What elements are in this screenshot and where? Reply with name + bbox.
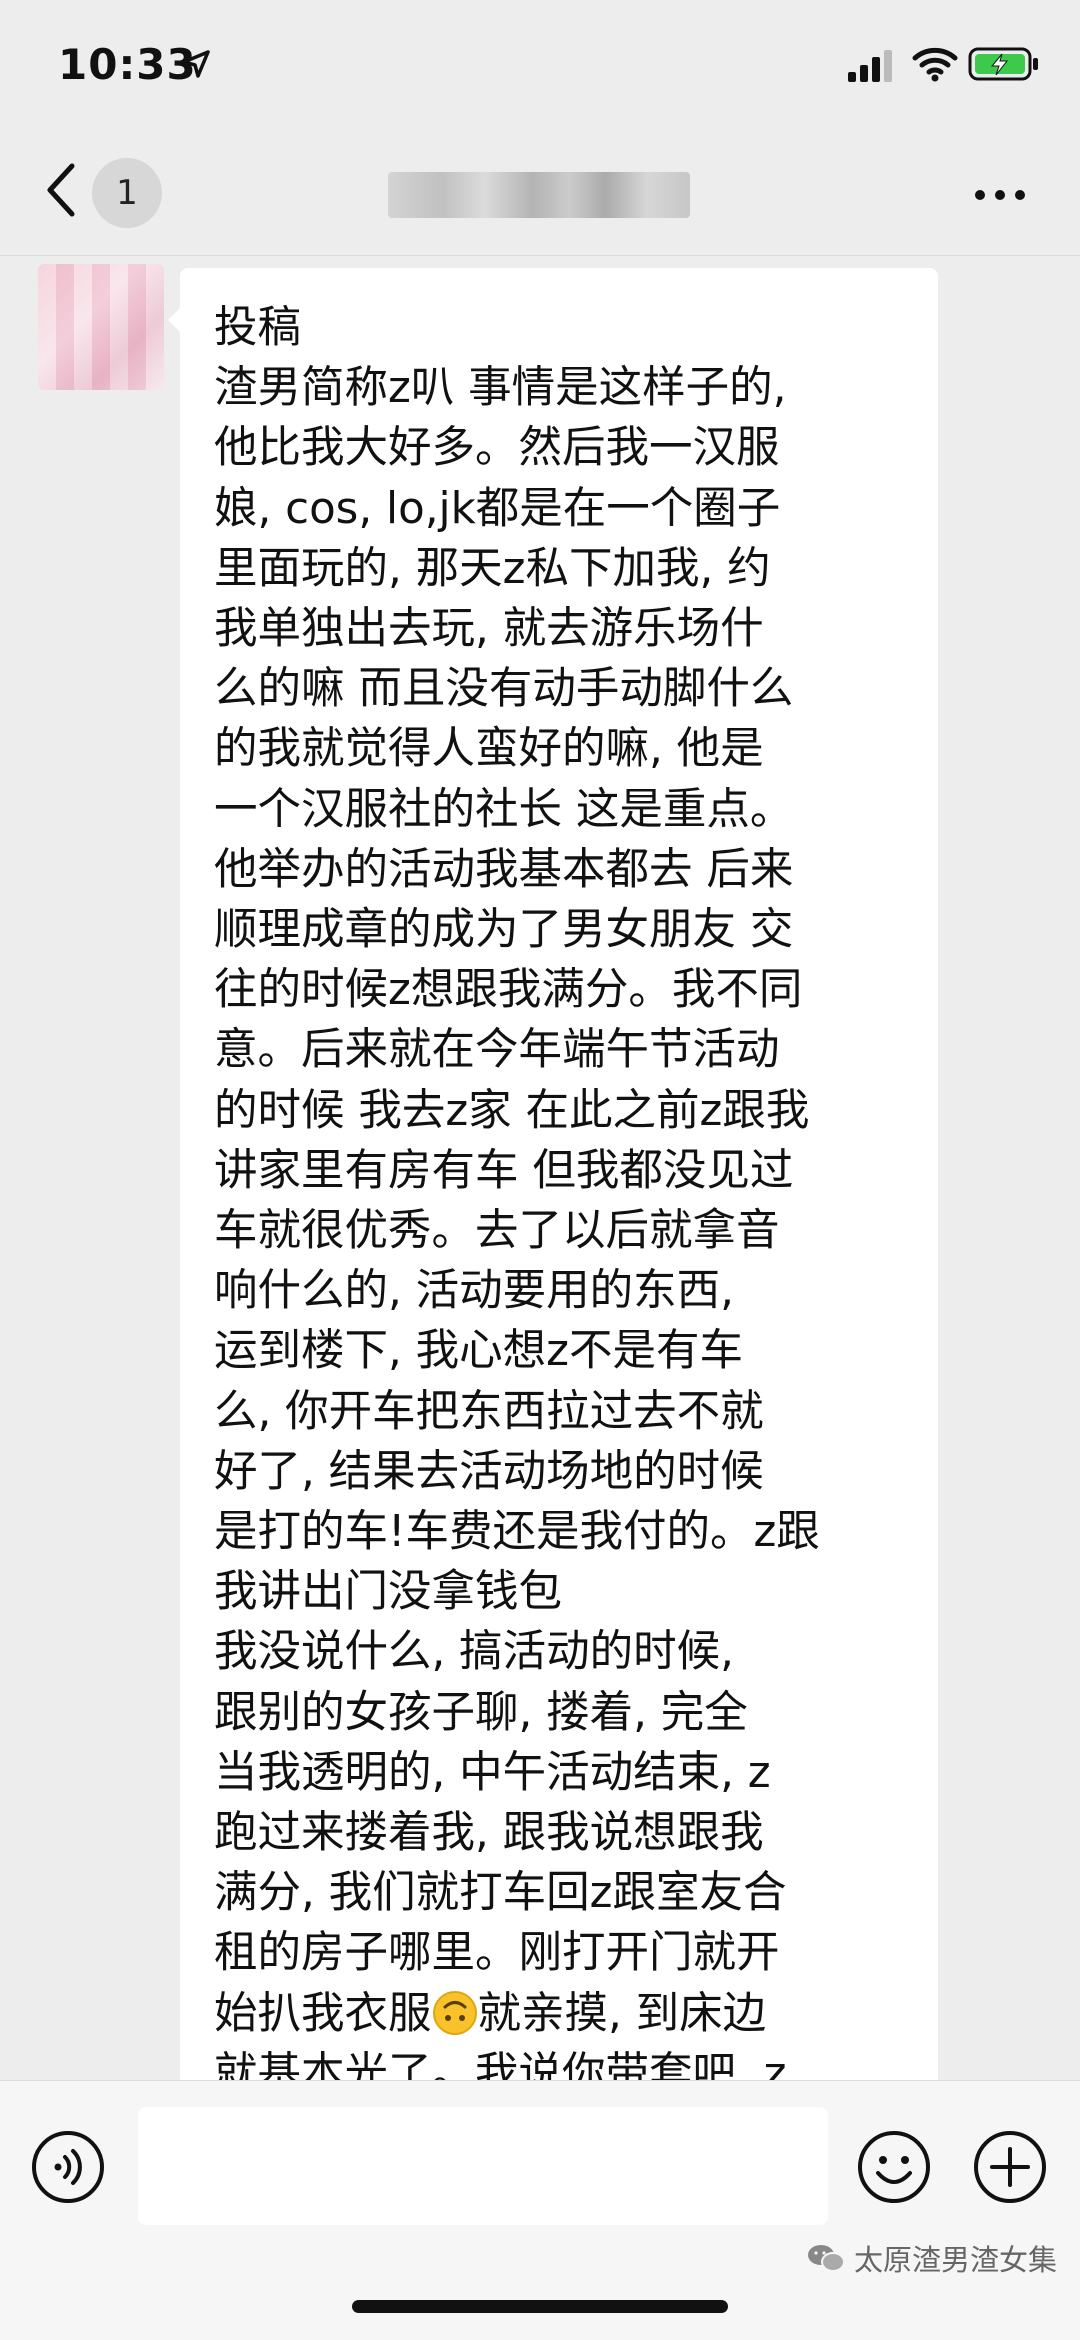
chat-header: 1: [0, 130, 1080, 256]
upside-down-face-icon: [432, 1990, 477, 2035]
status-time: 10:33: [58, 40, 197, 89]
more-icon[interactable]: [972, 180, 1028, 210]
wechat-logo-icon: [808, 2245, 845, 2272]
back-chevron-icon[interactable]: [40, 160, 80, 220]
unread-count-badge[interactable]: 1: [92, 158, 162, 228]
watermark: 太原渣男渣女集: [806, 2238, 1057, 2278]
message-bubble[interactable]: 投稿 渣男简称z叭 事情是这样子的, 他比我大好多。然后我一汉服 娘, cos,…: [180, 268, 938, 2080]
plus-icon[interactable]: [972, 2129, 1048, 2205]
location-arrow-icon: [182, 50, 210, 78]
message-input[interactable]: [138, 2107, 828, 2225]
message-text-part-1: 投稿 渣男简称z叭 事情是这样子的, 他比我大好多。然后我一汉服 娘, cos,…: [214, 303, 820, 2039]
watermark-text: 太原渣男渣女集: [854, 2243, 1058, 2277]
chat-area[interactable]: 投稿 渣男简称z叭 事情是这样子的, 他比我大好多。然后我一汉服 娘, cos,…: [0, 256, 1080, 2080]
signal-icon: [848, 50, 892, 82]
battery-charging-icon: [968, 47, 1038, 81]
emoji-icon[interactable]: [856, 2129, 932, 2205]
voice-icon[interactable]: [30, 2129, 106, 2205]
chat-title-pixelated: [388, 172, 690, 218]
wifi-icon: [912, 47, 958, 82]
home-indicator: [352, 2300, 728, 2313]
message-text: 投稿 渣男简称z叭 事情是这样子的, 他比我大好多。然后我一汉服 娘, cos,…: [214, 298, 914, 2080]
sender-avatar-pixelated[interactable]: [38, 264, 164, 390]
status-bar: 10:33: [0, 0, 1080, 130]
